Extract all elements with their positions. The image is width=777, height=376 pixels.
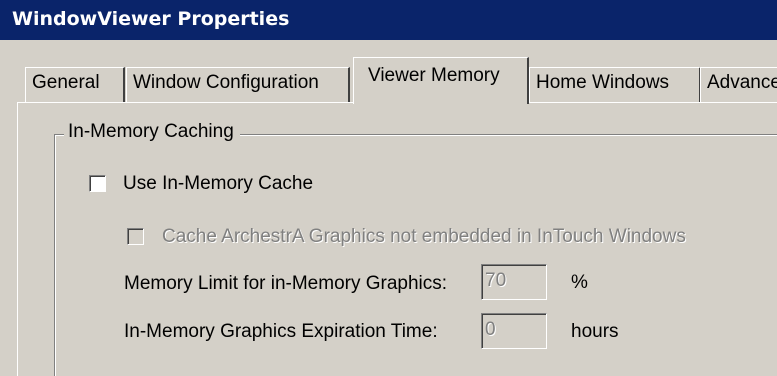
properties-dialog: WindowViewer Properties General Window C… — [0, 0, 777, 376]
group-title: In-Memory Caching — [64, 121, 240, 143]
use-in-memory-cache-label[interactable]: Use In-Memory Cache — [123, 173, 313, 195]
expiration-time-input[interactable]: 0 — [481, 313, 547, 349]
cache-archestra-label[interactable]: Cache ArchestrA Graphics not embedded in… — [162, 226, 686, 248]
tab-general-label: General — [32, 72, 100, 93]
memory-limit-label: Memory Limit for in-Memory Graphics: — [124, 273, 448, 294]
memory-limit-unit: % — [571, 272, 588, 293]
use-in-memory-cache-checkbox[interactable] — [89, 175, 106, 192]
title-bar[interactable]: WindowViewer Properties — [0, 0, 777, 40]
expiration-time-label: In-Memory Graphics Expiration Time: — [124, 321, 438, 342]
cache-archestra-checkbox[interactable] — [127, 228, 144, 245]
tab-advanced[interactable]: Advanced — [700, 67, 777, 103]
tab-window-configuration-label: Window Configuration — [133, 72, 319, 93]
tab-viewer-memory-label: Viewer Memory — [368, 65, 500, 86]
tab-home-windows[interactable]: Home Windows — [529, 67, 701, 103]
tab-viewer-memory[interactable]: Viewer Memory — [353, 57, 529, 104]
window-title: WindowViewer Properties — [12, 8, 290, 30]
tab-window-configuration[interactable]: Window Configuration — [126, 67, 350, 103]
expiration-time-unit: hours — [571, 321, 619, 342]
memory-limit-input[interactable]: 70 — [481, 264, 547, 300]
tab-advanced-label: Advanced — [707, 72, 777, 93]
tab-general[interactable]: General — [25, 67, 125, 103]
tab-home-windows-label: Home Windows — [536, 72, 670, 93]
